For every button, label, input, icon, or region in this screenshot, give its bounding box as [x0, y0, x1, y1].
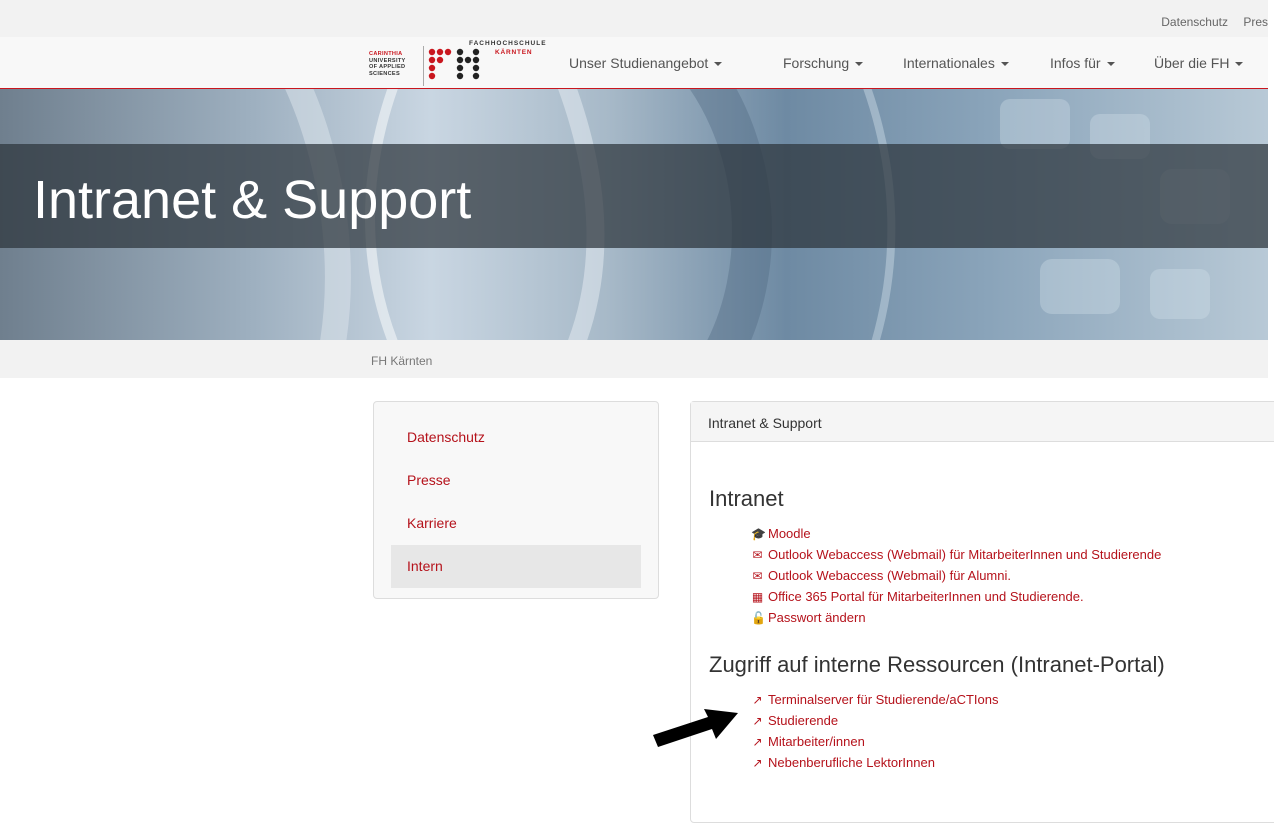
hero-banner: Intranet & Support [0, 89, 1268, 340]
utility-bar: Datenschutz Pres [0, 0, 1268, 37]
sidebar-item-presse[interactable]: Presse [391, 459, 641, 502]
link-moodle[interactable]: 🎓 Moodle [751, 526, 811, 541]
graduation-cap-icon: 🎓 [751, 527, 766, 541]
link-office365[interactable]: ▦ Office 365 Portal für MitarbeiterInnen … [751, 589, 1084, 604]
windows-icon: ▦ [751, 590, 764, 604]
link-label: Studierende [768, 713, 839, 728]
resources-heading: Zugriff auf interne Ressourcen (Intranet… [709, 652, 1165, 677]
logo-university-text: CARINTHIA UNIVERSITY OF APPLIED SCIENCES [369, 51, 406, 77]
nav-ueber-die-fh[interactable]: Über die FH [1154, 55, 1244, 71]
caret-down-icon [1000, 62, 1009, 67]
link-mitarbeiter[interactable]: ↗ Mitarbeiter/innen [751, 734, 865, 749]
logo-fachhochschule-text: FACHHOCHSCHULE [469, 40, 547, 47]
external-link-icon: ↗ [752, 693, 763, 707]
panel-header: Intranet & Support [691, 402, 1274, 442]
envelope-icon: ✉ [752, 548, 763, 562]
external-link-icon: ↗ [752, 735, 763, 749]
envelope-icon: ✉ [752, 569, 763, 583]
external-link-icon: ↗ [752, 756, 763, 770]
sidebar-item-datenschutz[interactable]: Datenschutz [391, 416, 641, 459]
logo-kaernten-text: KÄRNTEN [495, 49, 533, 56]
caret-down-icon [855, 62, 864, 67]
breadcrumb-home[interactable]: FH Kärnten [371, 354, 432, 368]
nav-label: Über die FH [1154, 55, 1230, 71]
link-outlook-alumni[interactable]: ✉ Outlook Webaccess (Webmail) für Alumni. [751, 568, 1011, 583]
sidebar-item-intern[interactable]: Intern [391, 545, 641, 588]
fh-kaernten-logo[interactable]: CARINTHIA UNIVERSITY OF APPLIED SCIENCES… [369, 40, 559, 86]
link-label: Moodle [768, 526, 811, 541]
external-link-icon: ↗ [752, 714, 763, 728]
caret-down-icon [1235, 62, 1244, 67]
link-label: Terminalserver für Studierende/aCTIons [768, 692, 999, 707]
nav-label: Unser Studienangebot [569, 55, 709, 71]
nav-label: Infos für [1050, 55, 1101, 71]
link-label: Nebenberufliche LektorInnen [768, 755, 935, 770]
annotation-arrow-icon [653, 709, 738, 747]
link-studierende[interactable]: ↗ Studierende [751, 713, 838, 728]
nav-internationales[interactable]: Internationales [903, 55, 1009, 71]
sidebar-menu: Datenschutz Presse Karriere Intern [373, 401, 659, 599]
link-label: Outlook Webaccess (Webmail) für Mitarbei… [768, 547, 1162, 562]
link-terminalserver[interactable]: ↗ Terminalserver für Studierende/aCTIons [751, 692, 999, 707]
link-label: Passwort ändern [768, 610, 866, 625]
link-nebenberufliche-lektoren[interactable]: ↗ Nebenberufliche LektorInnen [751, 755, 935, 770]
utility-link-datenschutz[interactable]: Datenschutz [1161, 15, 1228, 29]
utility-link-presse[interactable]: Pres [1243, 15, 1268, 29]
unlock-icon: 🔓 [751, 611, 766, 625]
main-navbar: CARINTHIA UNIVERSITY OF APPLIED SCIENCES… [0, 37, 1268, 89]
nav-label: Forschung [783, 55, 850, 71]
nav-label: Internationales [903, 55, 995, 71]
logo-separator [423, 46, 424, 86]
caret-down-icon [714, 62, 723, 67]
utility-links: Datenschutz Pres [1149, 15, 1268, 29]
nav-infos-fuer[interactable]: Infos für [1050, 55, 1115, 71]
link-label: Mitarbeiter/innen [768, 734, 865, 749]
content-panel: Intranet & Support Intranet 🎓 Moodle ✉ Out… [690, 401, 1274, 823]
nav-studienangebot[interactable]: Unser Studienangebot [569, 55, 723, 71]
breadcrumb: FH Kärnten [0, 340, 1268, 378]
intranet-heading: Intranet [709, 486, 784, 511]
link-label: Office 365 Portal für MitarbeiterInnen u… [768, 589, 1084, 604]
page-title: Intranet & Support [33, 170, 472, 230]
link-outlook-staff[interactable]: ✉ Outlook Webaccess (Webmail) für Mitarbe… [751, 547, 1161, 562]
caret-down-icon [1106, 62, 1115, 67]
nav-forschung[interactable]: Forschung [783, 55, 864, 71]
link-label: Outlook Webaccess (Webmail) für Alumni. [768, 568, 1011, 583]
link-password-change[interactable]: 🔓 Passwort ändern [751, 610, 866, 625]
sidebar-item-karriere[interactable]: Karriere [391, 502, 641, 545]
